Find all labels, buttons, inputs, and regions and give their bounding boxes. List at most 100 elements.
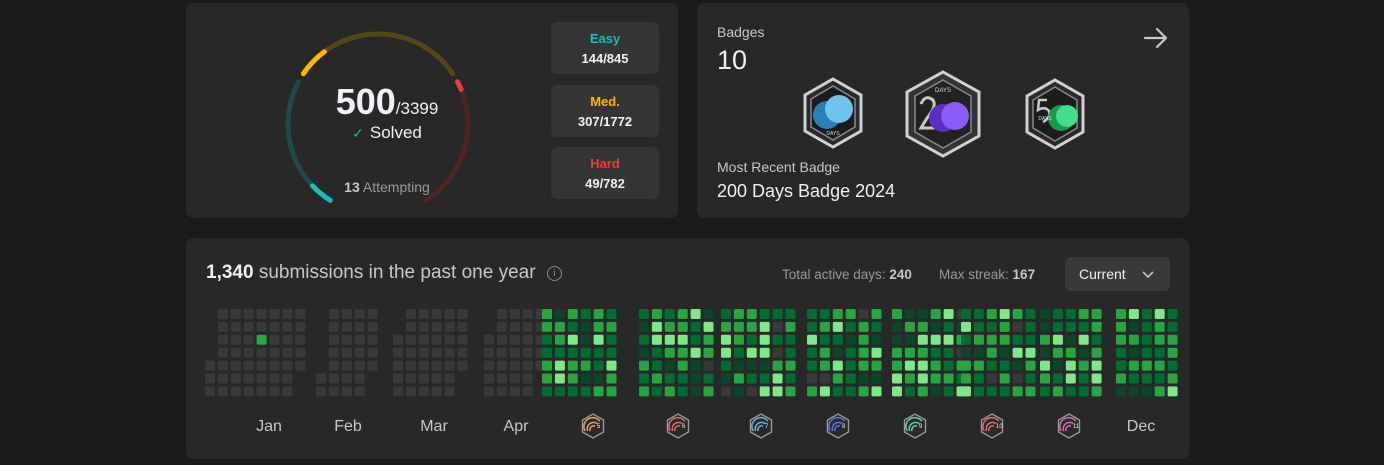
heatmap-day-cell[interactable] bbox=[986, 360, 997, 371]
heatmap-day-cell[interactable] bbox=[1078, 386, 1089, 397]
heatmap-day-cell[interactable] bbox=[405, 309, 416, 319]
heatmap-day-cell[interactable] bbox=[746, 373, 757, 384]
heatmap-day-cell[interactable] bbox=[733, 360, 744, 371]
heatmap-day-cell[interactable] bbox=[807, 334, 817, 345]
heatmap-day-cell[interactable] bbox=[367, 347, 378, 358]
heatmap-day-cell[interactable] bbox=[484, 334, 494, 345]
heatmap-day-cell[interactable] bbox=[354, 309, 365, 319]
heatmap-day-cell[interactable] bbox=[593, 360, 604, 371]
heatmap-day-cell[interactable] bbox=[746, 309, 757, 319]
heatmap-day-cell[interactable] bbox=[496, 373, 507, 384]
heatmap-day-cell[interactable] bbox=[522, 309, 533, 319]
heatmap-day-cell[interactable] bbox=[721, 347, 731, 358]
heatmap-day-cell[interactable] bbox=[733, 386, 744, 397]
heatmap-day-cell[interactable] bbox=[1167, 386, 1178, 397]
heatmap-day-cell[interactable] bbox=[690, 373, 701, 384]
heatmap-day-cell[interactable] bbox=[819, 334, 830, 345]
heatmap-day-cell[interactable] bbox=[1141, 386, 1152, 397]
heatmap-day-cell[interactable] bbox=[1025, 386, 1036, 397]
200-days-badge-icon[interactable]: DAYS bbox=[903, 70, 983, 158]
heatmap-day-cell[interactable] bbox=[295, 334, 306, 345]
heatmap-day-cell[interactable] bbox=[509, 321, 520, 332]
heatmap-day-cell[interactable] bbox=[943, 309, 954, 319]
heatmap-day-cell[interactable] bbox=[819, 321, 830, 332]
heatmap-day-cell[interactable] bbox=[845, 321, 856, 332]
heatmap-day-cell[interactable] bbox=[871, 347, 882, 358]
heatmap-day-cell[interactable] bbox=[606, 360, 617, 371]
heatmap-day-cell[interactable] bbox=[690, 386, 701, 397]
heatmap-day-cell[interactable] bbox=[832, 334, 843, 345]
heatmap-day-cell[interactable] bbox=[930, 360, 941, 371]
heatmap-day-cell[interactable] bbox=[819, 386, 830, 397]
heatmap-day-cell[interactable] bbox=[405, 360, 416, 371]
heatmap-day-cell[interactable] bbox=[1040, 321, 1050, 332]
heatmap-day-cell[interactable] bbox=[819, 373, 830, 384]
monthly-badge-icon[interactable]: 6 bbox=[666, 413, 690, 439]
heatmap-day-cell[interactable] bbox=[892, 334, 902, 345]
monthly-badge-icon[interactable]: 7 bbox=[749, 413, 773, 439]
heatmap-day-cell[interactable] bbox=[256, 360, 267, 371]
heatmap-day-cell[interactable] bbox=[973, 334, 984, 345]
heatmap-day-cell[interactable] bbox=[832, 309, 843, 319]
heatmap-day-cell[interactable] bbox=[664, 321, 675, 332]
heatmap-day-cell[interactable] bbox=[690, 360, 701, 371]
heatmap-day-cell[interactable] bbox=[341, 386, 352, 397]
heatmap-day-cell[interactable] bbox=[1091, 347, 1102, 358]
heatmap-day-cell[interactable] bbox=[943, 386, 954, 397]
heatmap-day-cell[interactable] bbox=[1116, 334, 1126, 345]
heatmap-day-cell[interactable] bbox=[892, 347, 902, 358]
heatmap-day-cell[interactable] bbox=[269, 309, 280, 319]
heatmap-day-cell[interactable] bbox=[904, 360, 915, 371]
heatmap-day-cell[interactable] bbox=[367, 321, 378, 332]
heatmap-day-cell[interactable] bbox=[431, 373, 442, 384]
heatmap-day-cell[interactable] bbox=[444, 321, 455, 332]
heatmap-day-cell[interactable] bbox=[1128, 321, 1139, 332]
heatmap-day-cell[interactable] bbox=[593, 334, 604, 345]
heatmap-day-cell[interactable] bbox=[1078, 373, 1089, 384]
heatmap-day-cell[interactable] bbox=[205, 360, 215, 371]
heatmap-day-cell[interactable] bbox=[269, 373, 280, 384]
heatmap-day-cell[interactable] bbox=[986, 347, 997, 358]
heatmap-day-cell[interactable] bbox=[986, 334, 997, 345]
heatmap-day-cell[interactable] bbox=[522, 321, 533, 332]
heatmap-day-cell[interactable] bbox=[230, 309, 241, 319]
heatmap-day-cell[interactable] bbox=[542, 360, 552, 371]
heatmap-day-cell[interactable] bbox=[542, 373, 552, 384]
heatmap-day-cell[interactable] bbox=[354, 373, 365, 384]
heatmap-day-cell[interactable] bbox=[542, 347, 552, 358]
heatmap-day-cell[interactable] bbox=[1012, 334, 1023, 345]
heatmap-day-cell[interactable] bbox=[243, 334, 254, 345]
heatmap-day-cell[interactable] bbox=[1052, 386, 1063, 397]
heatmap-day-cell[interactable] bbox=[1012, 347, 1023, 358]
heatmap-day-cell[interactable] bbox=[677, 360, 688, 371]
heatmap-day-cell[interactable] bbox=[943, 373, 954, 384]
heatmap-day-cell[interactable] bbox=[217, 373, 228, 384]
heatmap-day-cell[interactable] bbox=[1012, 309, 1023, 319]
heatmap-day-cell[interactable] bbox=[819, 347, 830, 358]
heatmap-day-cell[interactable] bbox=[282, 347, 293, 358]
heatmap-day-cell[interactable] bbox=[986, 309, 997, 319]
heatmap-day-cell[interactable] bbox=[1078, 321, 1089, 332]
heatmap-day-cell[interactable] bbox=[785, 386, 796, 397]
heatmap-day-cell[interactable] bbox=[418, 360, 429, 371]
heatmap-day-cell[interactable] bbox=[354, 334, 365, 345]
heatmap-day-cell[interactable] bbox=[986, 386, 997, 397]
heatmap-day-cell[interactable] bbox=[986, 373, 997, 384]
heatmap-day-cell[interactable] bbox=[999, 334, 1010, 345]
heatmap-day-cell[interactable] bbox=[295, 360, 306, 371]
heatmap-day-cell[interactable] bbox=[858, 386, 869, 397]
heatmap-day-cell[interactable] bbox=[772, 309, 783, 319]
heatmap-day-cell[interactable] bbox=[243, 309, 254, 319]
heatmap-day-cell[interactable] bbox=[1141, 347, 1152, 358]
heatmap-day-cell[interactable] bbox=[1025, 373, 1036, 384]
monthly-badge-icon[interactable]: 11 bbox=[1057, 413, 1081, 439]
heatmap-day-cell[interactable] bbox=[759, 334, 770, 345]
heatmap-day-cell[interactable] bbox=[328, 373, 339, 384]
heatmap-day-cell[interactable] bbox=[664, 386, 675, 397]
heatmap-day-cell[interactable] bbox=[930, 373, 941, 384]
heatmap-day-cell[interactable] bbox=[1025, 360, 1036, 371]
heatmap-day-cell[interactable] bbox=[509, 309, 520, 319]
heatmap-day-cell[interactable] bbox=[444, 386, 455, 397]
heatmap-day-cell[interactable] bbox=[733, 321, 744, 332]
heatmap-day-cell[interactable] bbox=[904, 373, 915, 384]
